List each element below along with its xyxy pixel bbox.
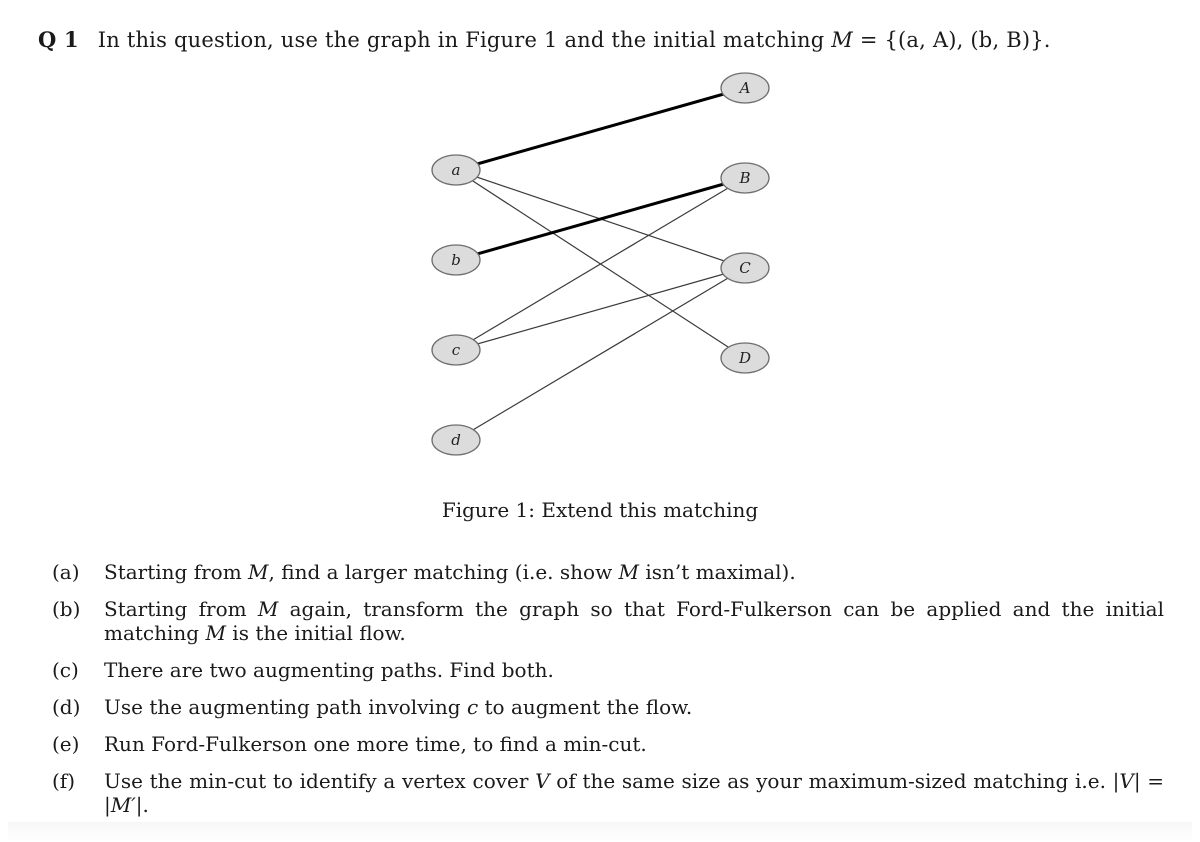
edge-b-B-matched <box>455 176 746 262</box>
part-d: (d) Use the augmenting path involving c … <box>52 695 1164 719</box>
part-label: (d) <box>52 695 81 719</box>
part-text: Use the augmenting path involving c to a… <box>104 695 693 719</box>
part-a: (a) Starting from M, find a larger match… <box>52 560 1164 584</box>
node-label: A <box>738 79 751 97</box>
node-B: B <box>720 162 770 194</box>
edge-d-C <box>455 267 746 441</box>
edge-a-A-matched <box>455 86 746 172</box>
part-label: (e) <box>52 732 80 756</box>
node-a: a <box>431 154 481 186</box>
graph-canvas: a b c d A B C D <box>431 72 770 456</box>
part-text: Starting from M again, transform the gra… <box>104 597 1165 645</box>
question-parts: (a) Starting from M, find a larger match… <box>52 560 1164 830</box>
part-b: (b) Starting from M again, transform the… <box>52 597 1164 645</box>
part-e: (e) Run Ford-Fulkerson one more time, to… <box>52 732 1164 756</box>
edge-c-C <box>455 267 746 351</box>
edges-layer <box>455 86 746 441</box>
edge-c-B <box>455 177 746 351</box>
part-text: Starting from M, find a larger matching … <box>104 560 796 584</box>
node-d: d <box>431 424 481 456</box>
part-label: (a) <box>52 560 80 584</box>
node-label: B <box>738 169 750 187</box>
figure-caption: Figure 1: Extend this matching <box>441 498 759 522</box>
page-bottom-shadow <box>8 822 1192 842</box>
node-label: d <box>451 431 461 449</box>
part-text: There are two augmenting paths. Find bot… <box>104 658 554 682</box>
node-label: b <box>451 251 461 269</box>
node-label: a <box>452 161 461 179</box>
part-label: (b) <box>52 597 81 621</box>
node-D: D <box>720 342 770 374</box>
node-label: C <box>739 259 751 277</box>
node-b: b <box>431 244 481 276</box>
part-text: Use the min-cut to identify a vertex cov… <box>104 769 1164 817</box>
part-c: (c) There are two augmenting paths. Find… <box>52 658 1164 682</box>
node-label: D <box>738 349 751 367</box>
node-c: c <box>431 334 481 366</box>
part-text: Run Ford-Fulkerson one more time, to fin… <box>104 732 647 756</box>
figure-bipartite-graph: a b c d A B C D <box>0 0 1200 500</box>
part-f: (f) Use the min-cut to identify a vertex… <box>52 769 1164 817</box>
node-A: A <box>720 72 770 104</box>
part-label: (c) <box>52 658 79 682</box>
part-label: (f) <box>52 769 76 793</box>
node-C: C <box>720 252 770 284</box>
node-label: c <box>452 341 461 359</box>
